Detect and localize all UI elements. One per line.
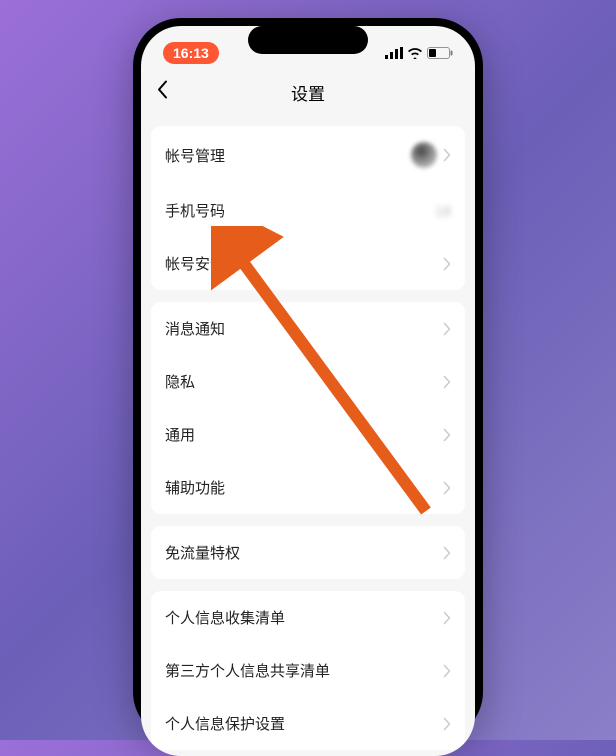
row-privacy[interactable]: 隐私 xyxy=(151,355,465,408)
row-right xyxy=(443,546,451,560)
row-label: 辅助功能 xyxy=(165,477,225,498)
row-right xyxy=(443,664,451,678)
chevron-right-icon xyxy=(443,664,451,678)
row-right xyxy=(443,322,451,336)
settings-group: 帐号管理手机号码 18 帐号安全 xyxy=(151,126,465,290)
avatar xyxy=(411,142,437,168)
row-third-party-share[interactable]: 第三方个人信息共享清单 xyxy=(151,644,465,697)
row-right xyxy=(443,257,451,271)
row-label: 帐号安全 xyxy=(165,253,225,274)
row-account-management[interactable]: 帐号管理 xyxy=(151,126,465,184)
chevron-right-icon xyxy=(443,148,451,162)
row-info-protection[interactable]: 个人信息保护设置 xyxy=(151,697,465,750)
row-label: 个人信息保护设置 xyxy=(165,713,285,734)
row-label: 手机号码 xyxy=(165,200,225,221)
phone-notch xyxy=(248,26,368,54)
battery-icon xyxy=(427,47,453,59)
nav-bar: 设置 xyxy=(141,70,475,114)
row-right xyxy=(443,611,451,625)
row-notifications[interactable]: 消息通知 xyxy=(151,302,465,355)
settings-group: 免流量特权 xyxy=(151,526,465,579)
row-data-free[interactable]: 免流量特权 xyxy=(151,526,465,579)
chevron-right-icon xyxy=(443,428,451,442)
row-label: 帐号管理 xyxy=(165,145,225,166)
row-right xyxy=(443,717,451,731)
row-label: 个人信息收集清单 xyxy=(165,607,285,628)
row-label: 隐私 xyxy=(165,371,195,392)
back-button[interactable] xyxy=(157,80,169,105)
row-label: 第三方个人信息共享清单 xyxy=(165,660,330,681)
row-right xyxy=(443,428,451,442)
wifi-icon xyxy=(407,47,423,59)
settings-group: 消息通知隐私通用辅助功能 xyxy=(151,302,465,514)
row-label: 消息通知 xyxy=(165,318,225,339)
row-phone-number[interactable]: 手机号码 18 xyxy=(151,184,465,237)
status-icons xyxy=(385,47,453,59)
row-account-security[interactable]: 帐号安全 xyxy=(151,237,465,290)
row-right: 18 xyxy=(435,203,451,219)
row-label: 免流量特权 xyxy=(165,542,240,563)
row-right xyxy=(411,142,451,168)
chevron-right-icon xyxy=(443,611,451,625)
row-info-collection[interactable]: 个人信息收集清单 xyxy=(151,591,465,644)
chevron-right-icon xyxy=(443,546,451,560)
row-value: 18 xyxy=(435,203,451,219)
chevron-right-icon xyxy=(443,322,451,336)
settings-content: 帐号管理手机号码 18 帐号安全消息通知隐私通用辅助功能免流量特权个人信息收集清单第… xyxy=(141,126,475,750)
phone-frame: 16:13 设置 帐号管理手机号码 18 帐号安全消息通知隐私通用辅助功能免流量特权… xyxy=(133,18,483,740)
settings-group: 个人信息收集清单第三方个人信息共享清单个人信息保护设置 xyxy=(151,591,465,750)
page-title: 设置 xyxy=(291,80,325,105)
cellular-icon xyxy=(385,47,403,59)
chevron-right-icon xyxy=(443,375,451,389)
row-right xyxy=(443,481,451,495)
chevron-right-icon xyxy=(443,717,451,731)
chevron-left-icon xyxy=(157,80,169,100)
row-accessibility[interactable]: 辅助功能 xyxy=(151,461,465,514)
row-general[interactable]: 通用 xyxy=(151,408,465,461)
phone-screen: 16:13 设置 帐号管理手机号码 18 帐号安全消息通知隐私通用辅助功能免流量特权… xyxy=(141,26,475,756)
row-right xyxy=(443,375,451,389)
chevron-right-icon xyxy=(443,481,451,495)
row-label: 通用 xyxy=(165,424,195,445)
status-time: 16:13 xyxy=(163,42,219,64)
chevron-right-icon xyxy=(443,257,451,271)
